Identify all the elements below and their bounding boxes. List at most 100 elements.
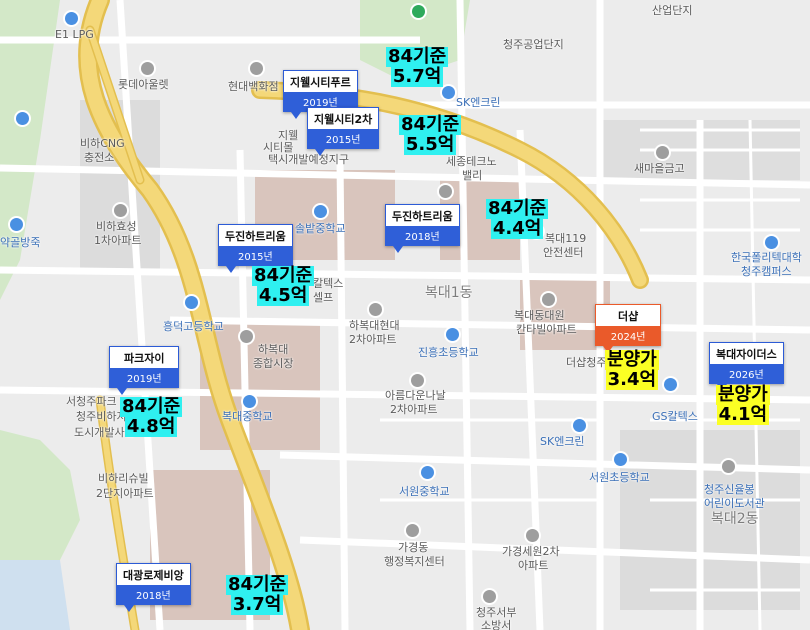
place-label-sk2: SK엔크린	[540, 435, 585, 448]
price-annotation-dujin-2018: 84기준 4.4억	[486, 198, 549, 239]
place-label-bokdae-mid: 복대중학교	[222, 410, 273, 423]
school-icon	[243, 395, 256, 408]
place-label-hyundai2: 하복대현대	[349, 319, 400, 332]
price-line2: 3.4억	[605, 369, 659, 390]
apartment-card-bokdae-xidus[interactable]: 복대자이더스 2026년	[709, 342, 784, 391]
apartment-card-year: 2018년	[116, 585, 191, 605]
apartment-card-daegwang[interactable]: 대광로제비앙 2018년	[116, 563, 191, 612]
government-icon	[406, 524, 419, 537]
place-label-cjgongup: 청주공업단지	[503, 38, 564, 51]
place-label-bokdaedongwon2: 칸타빌아파트	[516, 323, 577, 336]
place-label-gaseowon: 가경세원2차	[502, 545, 560, 558]
apartment-card-dujin-2018[interactable]: 두진하트리움 2018년	[385, 204, 460, 253]
apartment-icon	[542, 293, 555, 306]
map-view[interactable]: E1 LPG 롯데아울렛 현대백화점 청주공업단지 산업단지 SK엔크린 비하C…	[0, 0, 810, 630]
price-line1: 분양가	[605, 349, 659, 370]
school-icon	[185, 296, 198, 309]
place-label-theshop-bottom: 더샵청주	[566, 356, 607, 369]
price-annotation-theshop: 분양가 3.4억	[605, 350, 659, 390]
place-label-gagyeong2: 행정복지센터	[384, 555, 445, 568]
place-label-bihahyosung2: 1차아파트	[94, 234, 142, 247]
apartment-card-theshop[interactable]: 더샵 2024년	[595, 304, 662, 353]
bank-icon	[656, 146, 669, 159]
place-label-hbd-market2: 종합시장	[253, 357, 294, 370]
price-annotation-jiwell-2cha: 84기준 5.5억	[399, 114, 462, 155]
apartment-card-parkxi[interactable]: 파크자이 2019년	[109, 346, 180, 395]
place-label-bihacng: 비하CNG	[80, 137, 125, 150]
price-line2: 5.5억	[403, 134, 457, 155]
card-pointer	[393, 246, 403, 253]
apartment-card-dujin-2015[interactable]: 두진하트리움 2015년	[218, 224, 293, 273]
price-line1: 84기준	[399, 114, 462, 135]
place-label-seobu2: 소방서	[481, 619, 512, 630]
place-label-hyundai: 현대백화점	[228, 80, 279, 93]
market-icon	[240, 330, 253, 343]
place-label-heungdeok: 흥덕고등학교	[163, 320, 224, 333]
gas-station-icon	[442, 86, 455, 99]
school-icon	[314, 205, 327, 218]
price-line1: 84기준	[226, 574, 289, 595]
price-line1: 84기준	[386, 46, 449, 67]
apartment-icon	[369, 303, 382, 316]
school-icon	[421, 466, 434, 479]
price-line1: 84기준	[486, 198, 549, 219]
place-label-gscaltex: GS칼텍스	[652, 410, 698, 423]
place-label-bokdae2dong: 복대2동	[711, 511, 759, 527]
price-line2: 4.1억	[716, 404, 770, 425]
place-label-sandan: 산업단지	[652, 4, 693, 17]
apartment-card-year: 2019년	[109, 368, 180, 388]
apartment-card-name: 복대자이더스	[709, 342, 784, 364]
place-label-bihahyosung: 비하효성	[96, 220, 137, 233]
dept-store-icon	[250, 62, 263, 75]
place-label-sejong: 세종테크노	[446, 155, 497, 168]
apartment-card-name: 대광로제비앙	[116, 563, 191, 585]
price-annotation-parkxi: 84기준 4.8억	[120, 397, 183, 437]
place-label-bokdae119: 복대119	[545, 232, 587, 245]
card-pointer	[117, 388, 127, 395]
price-line2: 3.7억	[230, 594, 284, 615]
apartment-card-name: 두진하트리움	[385, 204, 460, 226]
place-label-lotte: 롯데아울렛	[118, 78, 169, 91]
apartment-icon	[439, 185, 452, 198]
place-label-seowonmid: 서원중학교	[399, 485, 450, 498]
apartment-card-year: 2015년	[307, 129, 380, 149]
place-label-bihacng2: 충전소	[84, 151, 115, 164]
place-label-sk1: SK엔크린	[456, 96, 501, 109]
apartment-card-jiwell-2cha[interactable]: 지웰시티2차 2015년	[307, 107, 380, 156]
place-label-seowonelem: 서원초등학교	[589, 471, 650, 484]
place-label-bokdaedongwon: 복대동대원	[514, 309, 565, 322]
price-annotation-dujin-2015: 84기준 4.5억	[252, 266, 315, 306]
apartment-card-jiwell-pureu[interactable]: 지웰시티푸르 2019년	[283, 70, 358, 119]
place-label-bokdae1dong: 복대1동	[425, 285, 473, 301]
apartment-card-year: 2024년	[595, 326, 662, 346]
place-label-bihari2: 2단지아파트	[96, 487, 154, 500]
place-label-cheongjusinyul: 청주신율봉	[704, 483, 755, 496]
place-label-jiwell-small2: 시티몰	[263, 141, 294, 154]
apartment-icon	[526, 529, 539, 542]
place-label-hyundai2b: 2차아파트	[349, 333, 397, 346]
apartment-card-year: 2026년	[709, 364, 784, 384]
place-label-jinheung: 진흥초등학교	[418, 346, 479, 359]
place-label-seobu: 청주서부	[476, 606, 517, 619]
apartment-icon	[411, 374, 424, 387]
apartment-card-name: 파크자이	[109, 346, 180, 368]
place-label-seocheongju: 서청주파크	[66, 395, 117, 408]
place-label-saemaeul: 새마을금고	[634, 162, 685, 175]
card-pointer	[315, 149, 325, 156]
price-line2: 5.7억	[390, 66, 444, 87]
price-annotation-daegwang: 84기준 3.7억	[226, 574, 289, 615]
place-label-polytech2: 청주캠퍼스	[741, 265, 792, 278]
place-label-soopbat: 솔밭중학교	[295, 222, 346, 235]
park-icon	[412, 5, 425, 18]
gas-station-icon	[664, 378, 677, 391]
pond-icon	[10, 218, 23, 231]
apartment-icon	[114, 204, 127, 217]
place-label-bihari: 비하리슈빌	[98, 472, 149, 485]
price-line2: 4.4억	[490, 218, 544, 239]
place-label-polytech: 한국폴리텍대학	[731, 251, 802, 264]
gas-station-icon	[16, 112, 29, 125]
apartment-card-name: 지웰시티푸르	[283, 70, 358, 92]
store-icon	[141, 62, 154, 75]
apartment-card-year: 2018년	[385, 226, 460, 246]
gas-station-icon	[573, 419, 586, 432]
